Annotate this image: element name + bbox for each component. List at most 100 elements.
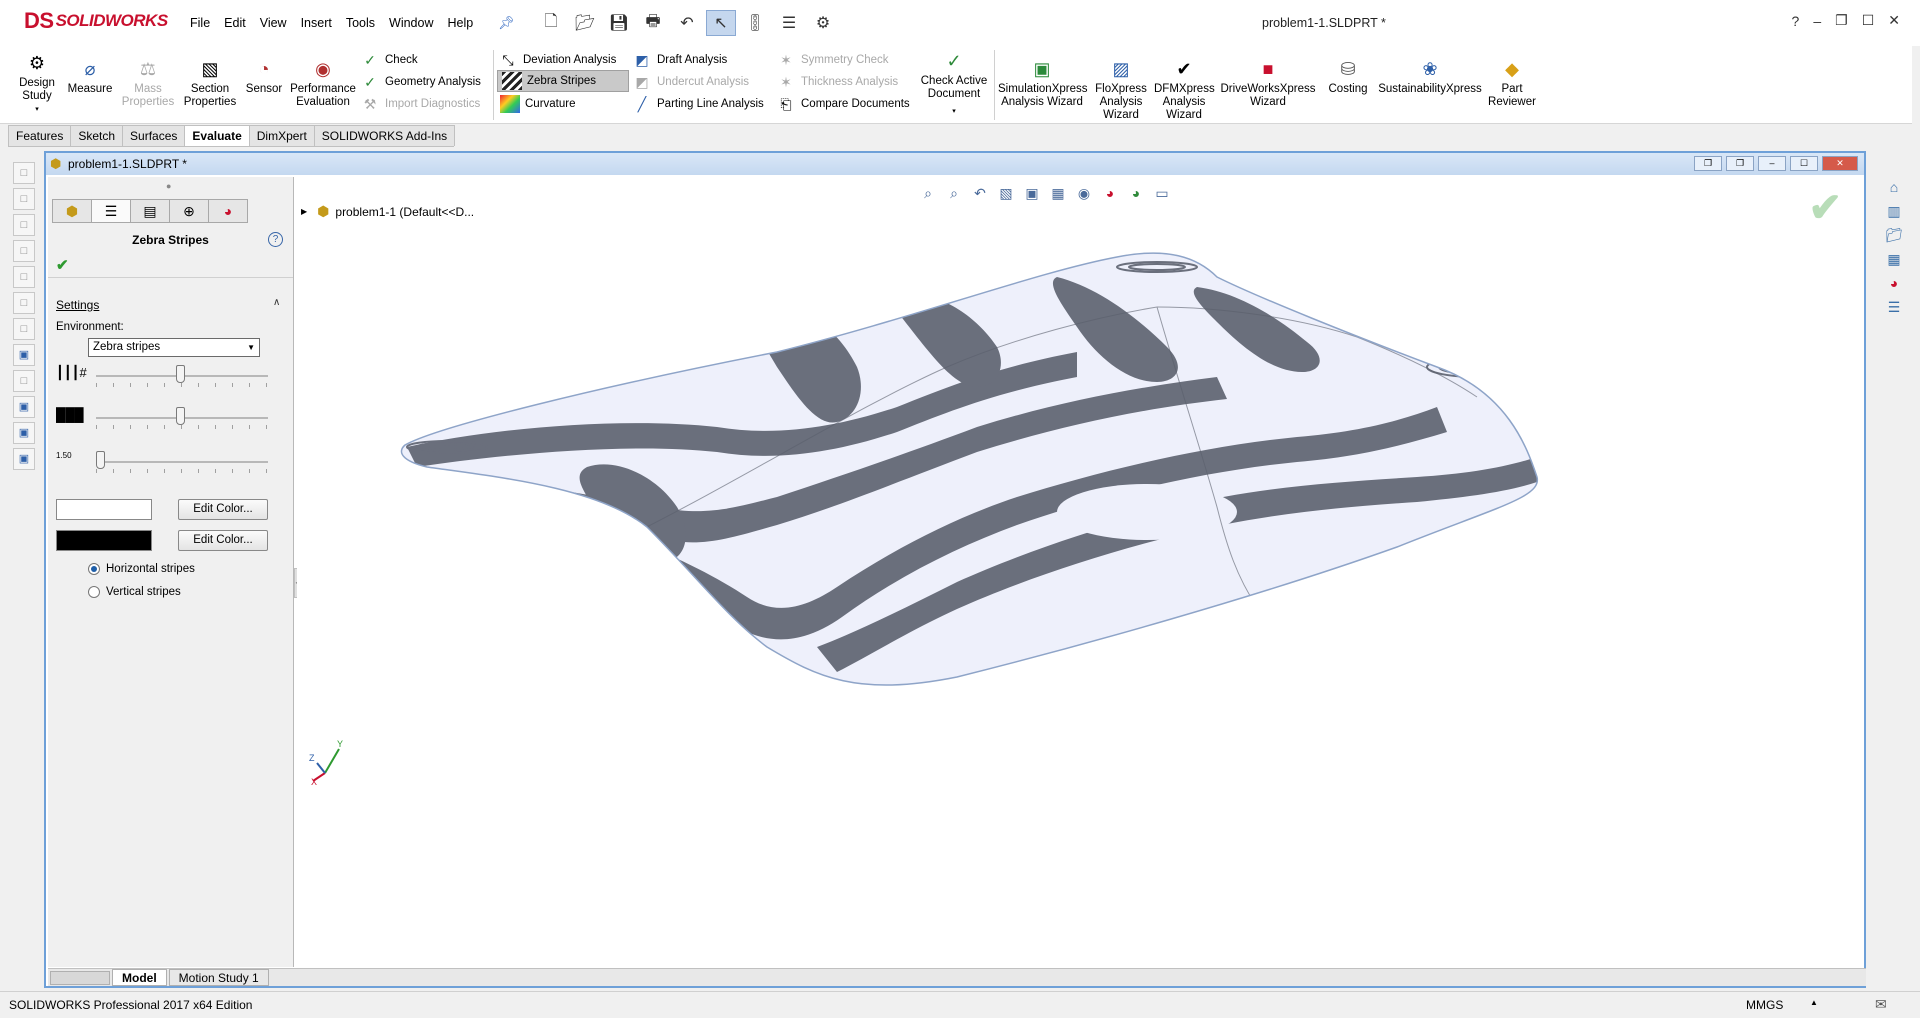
toolbar-icon[interactable]: ▣ — [13, 448, 35, 470]
geometry-analysis-button[interactable]: ✓ Geometry Analysis — [360, 71, 481, 93]
file-properties-icon[interactable]: ☰ — [774, 10, 804, 36]
apply-scene-icon[interactable]: ◕ — [1125, 183, 1147, 203]
display-manager-tab-icon[interactable]: ◕ — [208, 199, 248, 223]
stripe-width-slider[interactable] — [176, 407, 185, 425]
graphics-area[interactable]: ⌕ ⌕ ↶ ▧ ▣ ▦ ◉ ◕ ◕ ▭ ▶ ⬢ problem1-1 (Defa… — [297, 177, 1864, 967]
menu-insert[interactable]: Insert — [294, 14, 339, 32]
minimize-icon[interactable]: – — [1813, 13, 1821, 29]
save-icon[interactable]: 💾︎ — [604, 10, 634, 36]
open-document-icon[interactable]: 📂︎ — [570, 10, 600, 36]
driveworksxpress-button[interactable]: ■ DriveWorksXpress Wizard — [1218, 58, 1318, 109]
tab-evaluate[interactable]: Evaluate — [184, 125, 250, 146]
environment-select[interactable]: Zebra stripes ▼ — [88, 338, 260, 357]
toolbar-icon[interactable]: □ — [13, 188, 35, 210]
close-icon[interactable]: ✕ — [1822, 156, 1858, 171]
feature-tree-root[interactable]: problem1-1 (Default<<D... — [335, 205, 474, 219]
undo-icon[interactable]: ↶ — [672, 10, 702, 36]
tile-icon[interactable]: ❐ — [1726, 156, 1754, 171]
panel-grip-icon[interactable]: ● — [166, 181, 171, 191]
draft-analysis-button[interactable]: ◩ Draft Analysis — [632, 49, 727, 71]
tab-solidworks-add-ins[interactable]: SOLIDWORKS Add-Ins — [313, 125, 456, 146]
edit-light-color-button[interactable]: Edit Color... — [178, 499, 268, 520]
print-icon[interactable]: 🖶︎ — [638, 10, 668, 36]
custom-properties-icon[interactable]: ☰ — [1882, 296, 1906, 317]
unit-dropdown-arrow-icon[interactable]: ▲ — [1810, 998, 1818, 1007]
symmetry-check-button[interactable]: ✶ Symmetry Check — [776, 49, 888, 71]
menu-help[interactable]: Help — [441, 14, 481, 32]
new-document-icon[interactable]: 🗋︎ — [536, 10, 566, 36]
view-settings-icon[interactable]: ▭ — [1151, 183, 1173, 203]
toolbar-icon[interactable]: □ — [13, 214, 35, 236]
file-explorer-folder-icon[interactable]: 📁︎ — [1882, 224, 1906, 245]
configuration-manager-tab-icon[interactable]: ▤ — [130, 199, 170, 223]
solidworks-logo[interactable]: DS SOLIDWORKS — [24, 8, 168, 34]
stripe-count-slider[interactable] — [176, 365, 185, 383]
vertical-stripes-radio[interactable]: Vertical stripes — [88, 586, 181, 598]
menu-window[interactable]: Window — [382, 14, 440, 32]
costing-button[interactable]: ⛁ Costing — [1322, 58, 1374, 96]
zebra-stripes-button[interactable]: Zebra Stripes — [497, 70, 629, 92]
property-manager-tab-icon[interactable]: ☰ — [91, 199, 131, 223]
view-palette-icon[interactable]: ▦ — [1882, 248, 1906, 269]
view-orientation-icon[interactable]: ▣ — [1021, 183, 1043, 203]
sensor-button[interactable]: ◔ Sensor — [242, 58, 286, 96]
collapse-chevron-icon[interactable]: ∧ — [273, 297, 280, 308]
feature-manager-tab-icon[interactable]: ⬢ — [52, 199, 92, 223]
tab-sketch[interactable]: Sketch — [70, 125, 124, 146]
parting-line-analysis-button[interactable]: ╱ Parting Line Analysis — [632, 93, 764, 115]
ok-checkmark-icon[interactable]: ✔ — [56, 256, 69, 274]
toolbar-icon[interactable]: □ — [13, 370, 35, 392]
menu-view[interactable]: View — [253, 14, 294, 32]
mass-properties-button[interactable]: ⚖ Mass Properties — [118, 58, 178, 109]
toolbar-icon[interactable]: □ — [13, 240, 35, 262]
toolbar-icon[interactable]: □ — [13, 266, 35, 288]
help-icon[interactable]: ? — [1792, 13, 1800, 29]
section-view-icon[interactable]: ▧ — [995, 183, 1017, 203]
settings-group-label[interactable]: Settings — [56, 298, 99, 312]
section-properties-button[interactable]: ▧ Section Properties — [180, 58, 240, 109]
stripe-precision-slider[interactable] — [96, 451, 105, 469]
tab-motion-study-1[interactable]: Motion Study 1 — [168, 969, 269, 986]
tab-dimxpert[interactable]: DimXpert — [248, 125, 315, 146]
horizontal-stripes-radio[interactable]: Horizontal stripes — [88, 563, 195, 575]
zoom-to-fit-icon[interactable]: ⌕ — [917, 183, 939, 203]
curvature-button[interactable]: Curvature — [498, 93, 576, 115]
check-button[interactable]: ✓ Check — [360, 49, 417, 71]
maximize-icon[interactable]: ☐ — [1790, 156, 1818, 171]
rebuild-traffic-light-icon[interactable]: 🚦︎ — [740, 10, 770, 36]
tab-surfaces[interactable]: Surfaces — [122, 125, 186, 146]
menu-edit[interactable]: Edit — [217, 14, 253, 32]
design-library-icon[interactable]: ▥ — [1882, 200, 1906, 221]
undercut-analysis-button[interactable]: ◩ Undercut Analysis — [632, 71, 749, 93]
design-study-button[interactable]: ⚙ Design Study ▾ — [14, 52, 60, 116]
sustainabilityxpress-button[interactable]: ❀ SustainabilityXpress — [1376, 58, 1484, 96]
toolbar-icon[interactable]: ▣ — [13, 422, 35, 444]
appearances-scenes-icon[interactable]: ◕ — [1882, 272, 1906, 293]
deviation-analysis-button[interactable]: ⤡ Deviation Analysis — [498, 49, 616, 71]
hide-show-items-icon[interactable]: ◉ — [1073, 183, 1095, 203]
menu-file[interactable]: File — [183, 14, 217, 32]
status-info-icon[interactable]: ✉ — [1875, 996, 1887, 1013]
select-cursor-icon[interactable]: ↖ — [706, 10, 736, 36]
part-reviewer-button[interactable]: ◆ Part Reviewer — [1486, 58, 1538, 109]
toolbar-icon[interactable]: ▣ — [13, 344, 35, 366]
tile-icon[interactable]: ❐ — [1694, 156, 1722, 171]
edit-appearance-icon[interactable]: ◕ — [1099, 183, 1121, 203]
toolbar-icon[interactable]: ▣ — [13, 396, 35, 418]
toolbar-icon[interactable]: □ — [13, 162, 35, 184]
pin-menu-icon[interactable]: 📌︎ — [498, 15, 515, 31]
tab-model[interactable]: Model — [112, 969, 167, 986]
zoom-to-area-icon[interactable]: ⌕ — [943, 183, 965, 203]
thickness-analysis-button[interactable]: ✶ Thickness Analysis — [776, 71, 898, 93]
previous-view-icon[interactable]: ↶ — [969, 183, 991, 203]
tab-scroll-buttons[interactable] — [50, 970, 110, 985]
import-diagnostics-button[interactable]: ⚒ Import Diagnostics — [360, 93, 481, 115]
dfmxpress-button[interactable]: ✔ DFMXpress Analysis Wizard — [1154, 58, 1215, 122]
toolbar-icon[interactable]: □ — [13, 318, 35, 340]
toolbar-icon[interactable]: □ — [13, 292, 35, 314]
check-active-document-button[interactable]: ✓ Check Active Document ▾ — [918, 50, 990, 118]
menu-tools[interactable]: Tools — [339, 14, 382, 32]
simulationxpress-button[interactable]: ▣ SimulationXpress Analysis Wizard — [998, 58, 1087, 109]
measure-button[interactable]: ⌀ Measure — [66, 58, 114, 96]
help-icon[interactable]: ? — [268, 232, 283, 247]
